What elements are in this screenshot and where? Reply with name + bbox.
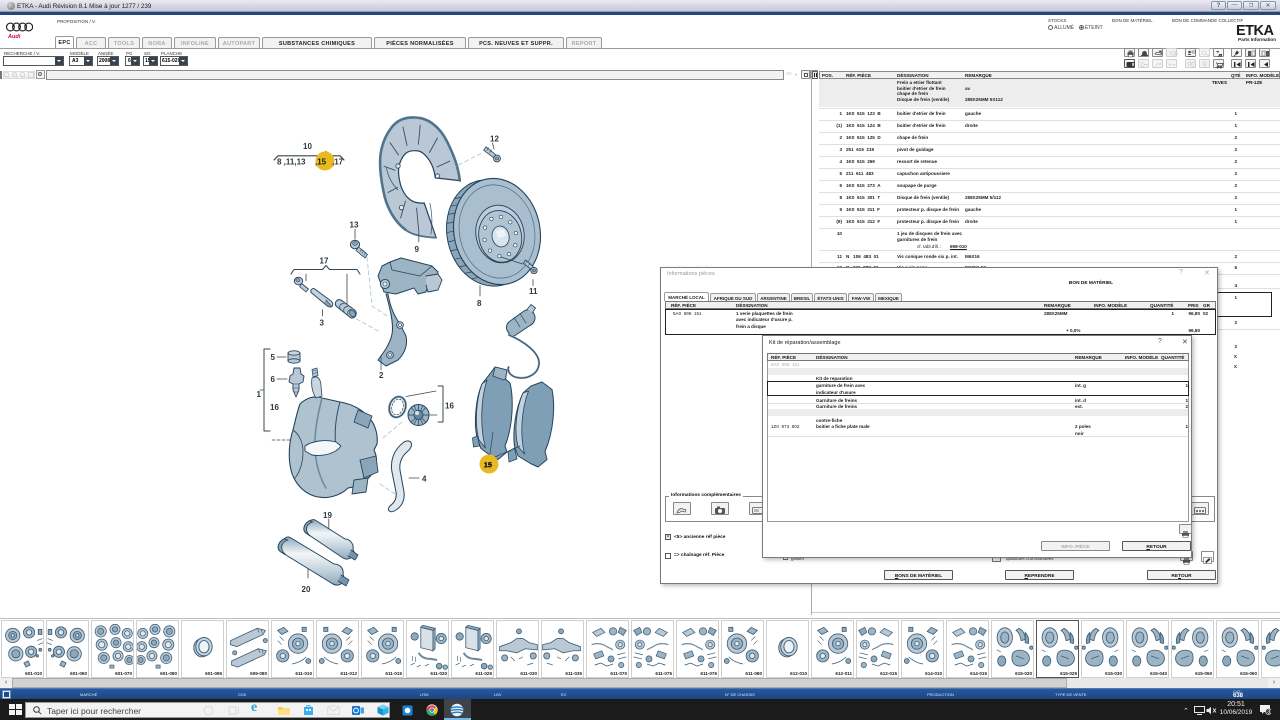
svg-text:5: 5	[271, 353, 276, 362]
svg-text:20: 20	[302, 585, 311, 594]
svg-text:8: 8	[477, 299, 482, 308]
svg-text:4: 4	[422, 475, 427, 484]
svg-text:16: 16	[270, 403, 279, 412]
svg-text:13: 13	[350, 221, 359, 230]
svg-text:12: 12	[490, 135, 499, 144]
svg-text:16: 16	[445, 402, 454, 411]
svg-text:3: 3	[1267, 710, 1270, 715]
svg-text:15: 15	[484, 461, 492, 470]
svg-text:7: 7	[1169, 52, 1172, 58]
svg-text:11: 11	[529, 287, 538, 296]
svg-text:19: 19	[323, 511, 332, 520]
svg-text:3: 3	[320, 319, 325, 328]
svg-text:9: 9	[415, 245, 420, 254]
svg-text:6: 6	[271, 375, 276, 384]
svg-text:2: 2	[379, 371, 384, 380]
svg-text:,17: ,17	[332, 158, 344, 167]
svg-text:8 ,11,13: 8 ,11,13	[277, 158, 306, 167]
svg-text:1: 1	[257, 390, 262, 399]
svg-text:,15: ,15	[315, 158, 327, 167]
svg-text:17: 17	[320, 257, 329, 266]
svg-text:10: 10	[303, 142, 312, 151]
